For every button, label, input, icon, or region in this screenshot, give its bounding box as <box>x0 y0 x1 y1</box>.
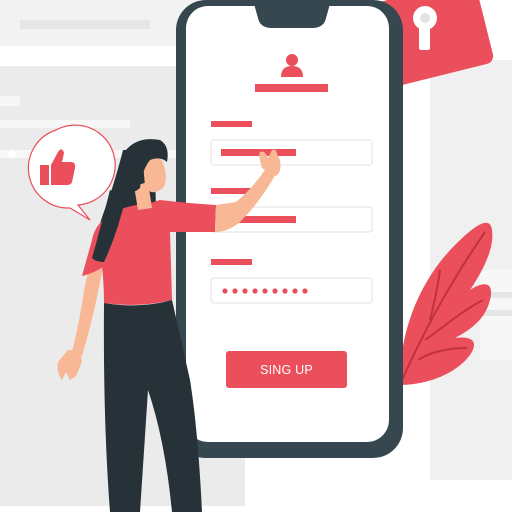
bg-line-2 <box>0 96 20 106</box>
signup-illustration: SING UP <box>0 0 512 512</box>
bg-dot <box>8 150 16 158</box>
bg-line-6 <box>482 310 512 316</box>
sign-up-button-label: SING UP <box>260 362 313 377</box>
bg-line-1 <box>20 20 150 29</box>
field-3-label <box>211 259 252 265</box>
illustration-canvas <box>0 0 512 512</box>
password-dots <box>222 288 308 294</box>
sign-up-button[interactable]: SING UP <box>226 351 347 388</box>
field-1-value <box>221 149 296 156</box>
phone-notch <box>254 4 330 28</box>
field-1-label <box>211 121 252 127</box>
form-title-bar <box>255 84 328 92</box>
